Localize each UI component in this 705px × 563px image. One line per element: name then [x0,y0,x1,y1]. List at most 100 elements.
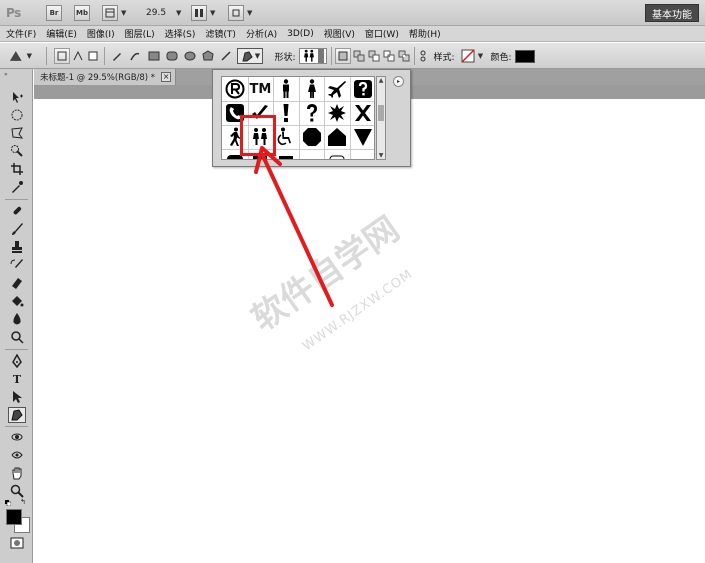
freeform-pen-button[interactable] [128,48,142,64]
pen-tool[interactable] [8,353,26,369]
view-extras-dropdown[interactable]: ▼ [102,4,126,21]
zoom-dropdown[interactable]: 29.5 ▼ [146,4,181,21]
menu-window[interactable]: 窗口(W) [365,27,399,40]
question-shape[interactable] [299,101,325,125]
quick-selection-icon [11,145,23,157]
color-picker-button[interactable] [514,48,536,64]
water-drop-icon [13,313,21,325]
scroll-thumb[interactable] [378,105,384,121]
paths-button[interactable] [71,48,85,64]
divider [104,47,105,65]
default-colors-icon[interactable] [5,499,12,507]
path-selection-tool[interactable] [8,389,26,405]
trademark-shape[interactable]: TM [248,77,274,101]
close-icon[interactable]: × [161,72,172,82]
hand-tool[interactable] [8,465,26,481]
polygon-tool-button[interactable] [201,48,215,64]
healing-brush-tool[interactable] [8,203,26,219]
menu-edit[interactable]: 编辑(E) [46,27,77,40]
wheelchair-icon [277,127,291,146]
intersect-shape-areas-button[interactable] [382,48,396,64]
man-shape[interactable] [273,77,299,101]
menu-file[interactable]: 文件(F) [6,27,36,40]
custom-shape-tool-button[interactable]: ▼ [237,48,263,64]
menu-filter[interactable]: 滤镜(T) [205,27,236,40]
ellipse-tool-button[interactable] [183,48,197,64]
rounded-rectangle-button[interactable] [165,48,179,64]
lasso-tool[interactable] [8,125,26,141]
scroll-up-icon[interactable]: ▲ [377,77,385,84]
swap-colors-icon[interactable]: ↰ [20,498,26,506]
eraser-tool[interactable] [8,275,26,291]
zoom-tool[interactable] [8,483,26,499]
scroll-down-icon[interactable]: ▼ [377,152,385,159]
crop-tool[interactable] [8,161,26,177]
explosion-shape[interactable] [324,101,350,125]
menu-help[interactable]: 帮助(H) [409,27,441,40]
menu-analysis[interactable]: 分析(A) [246,27,277,40]
question-box-shape[interactable] [350,77,374,101]
airplane-shape[interactable] [324,77,350,101]
tool-preset-picker[interactable]: ▼ [8,48,32,64]
link-layer-style-button[interactable] [418,48,428,64]
clone-stamp-tool[interactable] [8,239,26,255]
marquee-tool[interactable] [8,107,26,123]
mini-bridge-button[interactable]: Mb [74,4,90,21]
brush-tool[interactable] [8,221,26,237]
shape-selector-dropdown[interactable] [299,48,327,64]
expand-panel-icon[interactable]: » [4,71,8,78]
canvas[interactable] [34,99,705,563]
new-layer-icon [338,51,348,61]
hand-icon [12,467,22,480]
exclamation-shape[interactable] [273,101,299,125]
custom-shape-tool[interactable] [8,407,26,423]
quick-selection-tool[interactable] [8,143,26,159]
house-shape[interactable] [324,125,350,149]
blur-tool[interactable] [8,311,26,327]
link-icon [420,50,426,62]
menu-view[interactable]: 视图(V) [324,27,355,40]
bridge-button[interactable]: Br [46,4,62,21]
line-tool-button[interactable] [219,48,233,64]
picker-menu-button[interactable]: ▸ [393,76,404,87]
paint-bucket-tool[interactable] [8,293,26,309]
x-shape[interactable] [350,101,374,125]
shape-picker-scrollbar[interactable]: ▲ ▼ [376,76,386,160]
menu-3d[interactable]: 3D(D) [287,29,314,39]
rectangle-tool-button[interactable] [147,48,161,64]
menu-layer[interactable]: 图层(L) [125,27,155,40]
arrange-documents-dropdown[interactable]: ▼ [191,4,215,21]
pen-tool-button[interactable] [110,48,124,64]
menu-image[interactable]: 图像(I) [87,27,115,40]
paint-bucket-icon [12,296,24,307]
style-picker-dropdown[interactable]: ▼ [459,48,485,64]
subtract-shape-area-button[interactable] [367,48,381,64]
brush-icon [12,223,23,235]
dodge-tool[interactable] [8,329,26,345]
new-shape-layer-button[interactable] [335,48,351,64]
add-to-shape-area-button[interactable] [352,48,366,64]
3d-orbit-tool[interactable] [8,447,26,463]
workspace-switcher-button[interactable]: 基本功能 [645,4,699,22]
type-tool[interactable]: T [8,371,26,387]
wheelchair-shape[interactable] [273,125,299,149]
partial-shape-icon [278,156,293,159]
exclude-overlapping-button[interactable] [397,48,411,64]
triangle-down-shape[interactable] [350,125,374,149]
partial-shape[interactable] [273,149,299,159]
fill-pixels-button[interactable] [87,48,99,64]
history-brush-tool[interactable] [8,257,26,273]
3d-rotate-tool[interactable] [8,429,26,445]
quick-mask-button[interactable] [8,535,26,551]
screen-mode-dropdown[interactable]: ▼ [228,4,252,21]
registered-shape[interactable] [222,77,248,101]
shape-layers-button[interactable] [54,48,70,64]
move-tool[interactable] [8,89,26,105]
woman-shape[interactable] [299,77,325,101]
menu-select[interactable]: 选择(S) [165,27,196,40]
foreground-color-swatch[interactable] [6,509,22,525]
partial-shape[interactable] [324,149,350,159]
document-tab[interactable]: 未标题-1 @ 29.5%(RGB/8) * × [34,69,177,85]
eyedropper-tool[interactable] [8,179,26,195]
octagon-shape[interactable] [299,125,325,149]
